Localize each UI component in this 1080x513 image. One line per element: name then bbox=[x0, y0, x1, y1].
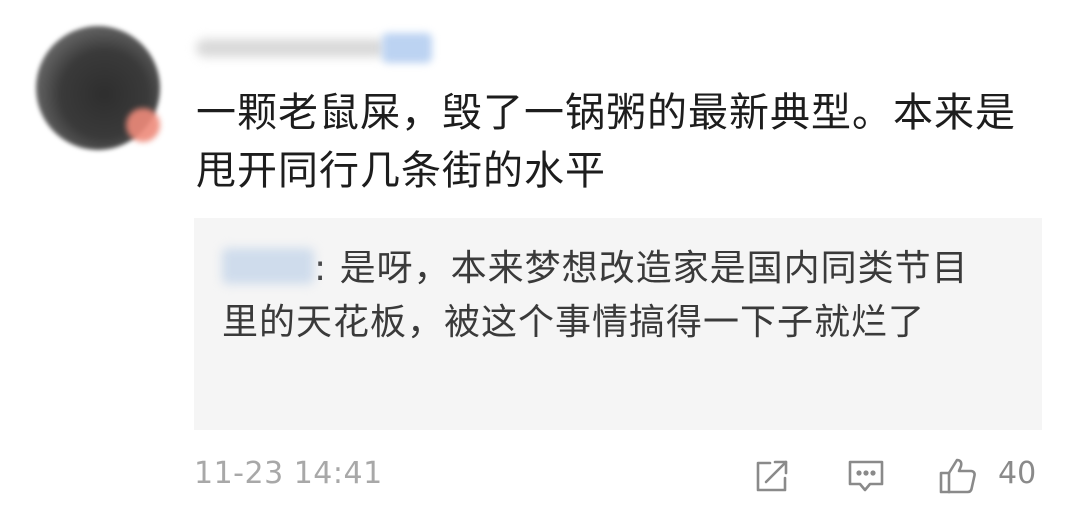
reply-separator: : bbox=[314, 248, 328, 289]
user-tag-icon bbox=[382, 33, 432, 63]
username-blurred bbox=[196, 39, 386, 57]
reply-content: : 是呀，本来梦想改造家是国内同类节目里的天花板，被这个事情搞得一下子就烂了 bbox=[222, 242, 982, 350]
comment-text: 一颗老鼠屎，毁了一锅粥的最新典型。本来是甩开同行几条街的水平 bbox=[196, 90, 1016, 194]
reply-box[interactable]: : 是呀，本来梦想改造家是国内同类节目里的天花板，被这个事情搞得一下子就烂了 bbox=[194, 218, 1042, 430]
like-count: 40 bbox=[998, 456, 1037, 491]
comment-card: 一颗老鼠屎，毁了一锅粥的最新典型。本来是甩开同行几条街的水平 : 是呀，本来梦想… bbox=[0, 0, 1080, 513]
reply-author[interactable] bbox=[222, 248, 314, 284]
timestamp: 11-23 14:41 bbox=[194, 456, 383, 491]
comment-footer: 11-23 14:41 40 bbox=[194, 452, 1042, 500]
share-icon[interactable] bbox=[752, 456, 792, 496]
reply-text: 是呀，本来梦想改造家是国内同类节目里的天花板，被这个事情搞得一下子就烂了 bbox=[222, 248, 969, 343]
comment-icon[interactable] bbox=[846, 456, 886, 496]
thumbs-up-icon[interactable] bbox=[938, 456, 978, 496]
avatar-badge-icon bbox=[126, 108, 160, 142]
username[interactable] bbox=[196, 28, 436, 68]
